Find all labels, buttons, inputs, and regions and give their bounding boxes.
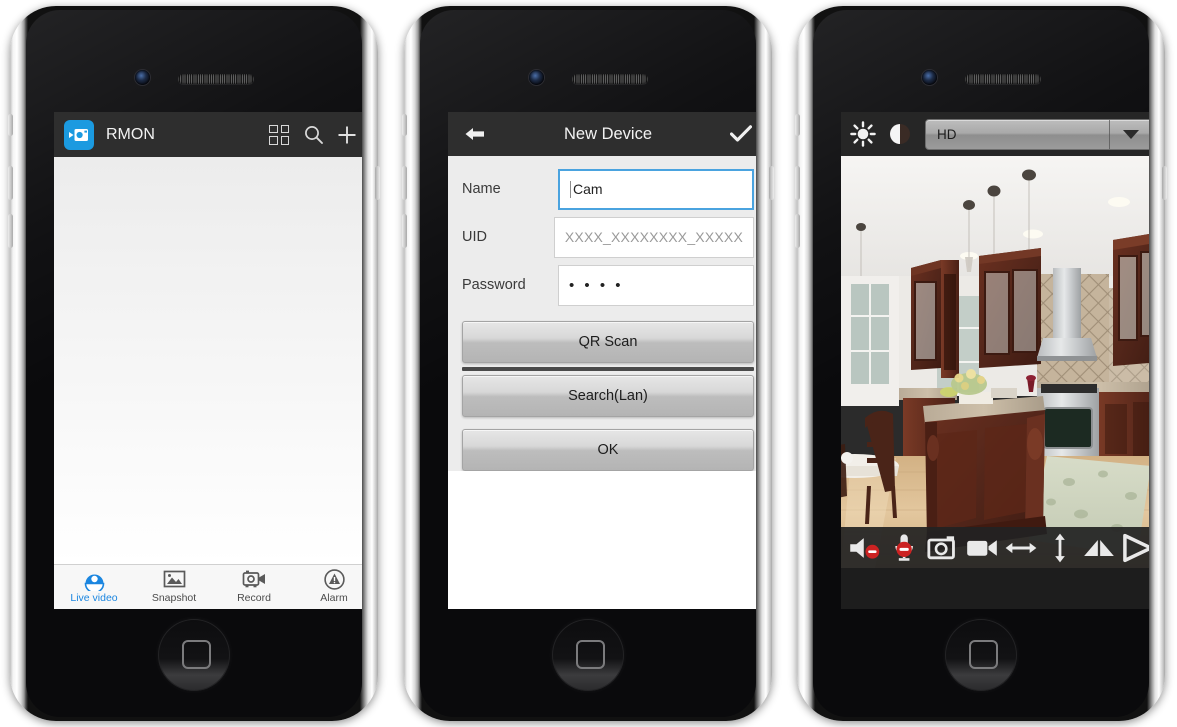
check-icon[interactable] [728, 125, 754, 143]
form-row-name: Name Cam [462, 165, 754, 213]
search-lan-button[interactable]: Search(Lan) [462, 375, 754, 417]
form-actions: QR Scan Search(Lan) OK [448, 321, 756, 471]
device-list[interactable] [54, 157, 362, 564]
form-row-password: Password • • • • [462, 261, 754, 309]
text-caret [570, 180, 571, 198]
phone-device-list: RMON Live video Snapshot Record Alarm [8, 6, 380, 721]
name-input[interactable]: Cam [558, 168, 754, 210]
tab-label: Live video [70, 592, 118, 604]
earpiece-speaker-icon [572, 74, 648, 84]
contrast-icon[interactable] [886, 120, 914, 148]
phone-body: HD [813, 10, 1149, 717]
record-icon [242, 568, 267, 591]
screenshot-stage: RMON Live video Snapshot Record Alarm Ne… [0, 0, 1177, 727]
screen-live-view: HD [841, 112, 1149, 609]
tab-label: Record [237, 592, 271, 604]
play-icon[interactable] [1122, 533, 1149, 563]
form-row-uid: UID XXXX_XXXXXXXX_XXXXX [462, 213, 754, 261]
live-video-feed[interactable] [841, 156, 1149, 568]
front-camera-icon [135, 70, 150, 85]
password-input[interactable]: • • • • [558, 264, 754, 306]
front-camera-icon [922, 70, 937, 85]
plus-icon[interactable] [330, 118, 362, 152]
app-bar: RMON [54, 112, 362, 157]
video-bottom-toolbar [841, 527, 1149, 568]
silent-switch[interactable] [402, 114, 407, 136]
uid-input[interactable]: XXXX_XXXXXXXX_XXXXX [553, 216, 754, 258]
back-arrow-icon[interactable] [462, 126, 488, 142]
volume-down-button[interactable] [402, 214, 407, 248]
phone-body: RMON Live video Snapshot Record Alarm [26, 10, 362, 717]
alarm-icon [323, 568, 346, 591]
nav-bar: New Device [448, 112, 756, 156]
qr-scan-button[interactable]: QR Scan [462, 321, 754, 363]
screen-device-list: RMON Live video Snapshot Record Alarm [54, 112, 362, 609]
tab-record[interactable]: Record [214, 565, 294, 604]
snapshot-icon [163, 568, 186, 591]
record-video-icon[interactable] [966, 533, 998, 563]
silent-switch[interactable] [795, 114, 800, 136]
flip-vertical-icon[interactable] [1044, 533, 1076, 563]
flip-horizontal-icon[interactable] [1005, 533, 1037, 563]
bottom-tab-bar: Live video Snapshot Record Alarm [54, 564, 362, 609]
search-icon[interactable] [296, 118, 330, 152]
field-label: Name [462, 181, 501, 197]
power-button[interactable] [375, 166, 380, 200]
home-button[interactable] [158, 619, 230, 691]
kitchen-scene [841, 156, 1149, 568]
tab-snapshot[interactable]: Snapshot [134, 565, 214, 604]
tab-live-video[interactable]: Live video [54, 565, 134, 604]
phone-new-device: New Device Name Cam UID XXXX_XXXXXXXX_XX… [402, 6, 774, 721]
speaker-muted-icon[interactable] [849, 533, 881, 563]
silent-switch[interactable] [8, 114, 13, 136]
field-placeholder: XXXX_XXXXXXXX_XXXXX [564, 229, 743, 245]
power-button[interactable] [769, 166, 774, 200]
field-value: • • • • [569, 276, 624, 294]
form-empty-space [448, 471, 756, 609]
camera-app-icon [64, 119, 94, 150]
microphone-muted-icon[interactable] [888, 533, 920, 563]
earpiece-speaker-icon [178, 74, 254, 84]
phone-live-view: HD [795, 6, 1167, 721]
tab-label: Snapshot [151, 592, 197, 604]
brightness-icon[interactable] [849, 120, 877, 148]
volume-down-button[interactable] [795, 214, 800, 248]
volume-up-button[interactable] [8, 166, 13, 200]
page-title: New Device [563, 124, 653, 143]
home-button[interactable] [552, 619, 624, 691]
device-form: Name Cam UID XXXX_XXXXXXXX_XXXXX Passwor… [448, 156, 756, 321]
power-button[interactable] [1162, 166, 1167, 200]
chevron-down-icon [1110, 129, 1149, 139]
volume-down-button[interactable] [8, 214, 13, 248]
app-title: RMON [106, 125, 155, 143]
volume-up-button[interactable] [402, 166, 407, 200]
video-top-toolbar: HD [841, 112, 1149, 156]
button-separator [462, 367, 754, 371]
front-camera-icon [529, 70, 544, 85]
home-button[interactable] [945, 619, 1017, 691]
screen-new-device: New Device Name Cam UID XXXX_XXXXXXXX_XX… [448, 112, 756, 609]
quality-dropdown[interactable]: HD [925, 118, 1149, 150]
ok-button[interactable]: OK [462, 429, 754, 471]
quality-value: HD [937, 126, 957, 142]
phone-body: New Device Name Cam UID XXXX_XXXXXXXX_XX… [420, 10, 756, 717]
snapshot-camera-icon[interactable] [926, 533, 959, 563]
grid-view-icon[interactable] [262, 118, 296, 152]
tab-label: Alarm [320, 592, 348, 604]
mirror-icon[interactable] [1083, 533, 1115, 563]
live-video-icon [83, 568, 106, 591]
earpiece-speaker-icon [965, 74, 1041, 84]
tab-alarm[interactable]: Alarm [294, 565, 362, 604]
volume-up-button[interactable] [795, 166, 800, 200]
field-value: Cam [573, 181, 603, 197]
field-label: UID [462, 229, 487, 245]
field-label: Password [462, 277, 526, 293]
